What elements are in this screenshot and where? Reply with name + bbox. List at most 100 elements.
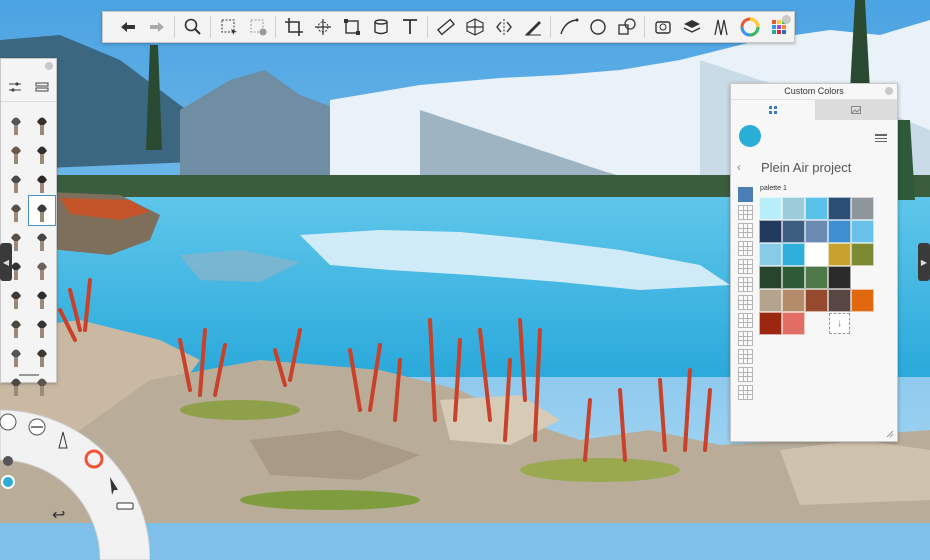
text-icon[interactable]	[395, 12, 424, 42]
brush-puck-icon[interactable]	[3, 456, 13, 466]
zoom-icon[interactable]	[178, 12, 207, 42]
color-swatch[interactable]	[782, 197, 805, 220]
brush-preset-icon[interactable]	[29, 138, 55, 167]
brush-panel-close-button[interactable]	[45, 62, 53, 70]
palette-item[interactable]	[738, 205, 753, 220]
curve-icon[interactable]	[554, 12, 583, 42]
transform-icon[interactable]	[308, 12, 337, 42]
color-swatch[interactable]	[851, 289, 874, 312]
layers-icon[interactable]	[677, 12, 706, 42]
empty-swatch-slot[interactable]	[805, 312, 828, 335]
color-swatch[interactable]	[782, 243, 805, 266]
custom-colors-close-button[interactable]	[885, 87, 893, 95]
brush-preset-icon[interactable]	[29, 341, 55, 370]
color-swatch[interactable]	[805, 243, 828, 266]
brush-library-icon[interactable]	[706, 12, 735, 42]
brush-preset-icon[interactable]	[3, 312, 29, 341]
select-icon[interactable]	[214, 12, 243, 42]
brush-preset-icon[interactable]	[3, 283, 29, 312]
brush-preset-icon[interactable]	[29, 283, 55, 312]
color-swatch[interactable]	[782, 266, 805, 289]
brush-size-icon[interactable]	[0, 413, 17, 431]
undo-icon[interactable]	[113, 12, 142, 42]
brush-preset-icon[interactable]	[29, 167, 55, 196]
clear-selection-icon[interactable]	[243, 12, 272, 42]
palette-item[interactable]	[738, 331, 753, 346]
empty-swatch-slot[interactable]	[851, 266, 874, 289]
color-swatch[interactable]	[782, 312, 805, 335]
color-wheel-icon[interactable]	[735, 12, 764, 42]
color-swatch[interactable]	[782, 220, 805, 243]
resize-handle-icon[interactable]	[886, 430, 894, 438]
perspective-icon[interactable]	[460, 12, 489, 42]
brush-preset-icon[interactable]	[3, 341, 29, 370]
eraser-icon[interactable]	[116, 502, 134, 510]
add-swatch-button[interactable]: ↓	[829, 313, 850, 334]
brush-panel	[0, 58, 57, 396]
empty-swatch-slot[interactable]	[851, 312, 874, 335]
brush-preset-icon[interactable]	[28, 195, 56, 226]
color-swatch[interactable]	[828, 197, 851, 220]
distort-icon[interactable]	[337, 12, 366, 42]
brush-panel-scroll-indicator[interactable]	[19, 374, 39, 376]
color-swatch[interactable]	[828, 266, 851, 289]
brush-settings-icon[interactable]	[8, 80, 22, 98]
tab-swatch-grid[interactable]	[731, 100, 815, 120]
layer-fill-icon[interactable]	[366, 12, 395, 42]
color-swatch[interactable]	[805, 197, 828, 220]
color-swatch[interactable]	[759, 243, 782, 266]
brush-preset-icon[interactable]	[29, 225, 55, 254]
brush-preset-icon[interactable]	[29, 312, 55, 341]
brush-preset-icon[interactable]	[3, 109, 29, 138]
brush-preset-icon[interactable]	[3, 138, 29, 167]
palette-label: palette 1	[760, 185, 787, 192]
brush-preset-icon[interactable]	[29, 109, 55, 138]
color-swatch[interactable]	[805, 220, 828, 243]
color-swatch[interactable]	[759, 220, 782, 243]
color-swatch[interactable]	[805, 266, 828, 289]
palette-menu-icon[interactable]	[875, 131, 887, 142]
palette-item[interactable]	[738, 367, 753, 382]
color-swatch[interactable]	[851, 197, 874, 220]
ruler-icon[interactable]	[431, 12, 460, 42]
toolbar-close-button[interactable]	[782, 15, 791, 24]
color-swatch[interactable]	[828, 220, 851, 243]
color-swatch[interactable]	[851, 220, 874, 243]
undo-puck-icon[interactable]: ↩	[52, 505, 65, 524]
redo-icon[interactable]	[142, 12, 171, 42]
right-panel-handle[interactable]: ▶	[918, 243, 930, 281]
ellipse-icon[interactable]	[583, 12, 612, 42]
back-arrow-icon[interactable]: ‹	[737, 160, 741, 174]
brush-preset-icon[interactable]	[3, 196, 29, 225]
palette-item[interactable]	[738, 349, 753, 364]
color-swatch[interactable]	[759, 312, 782, 335]
color-swatch[interactable]	[759, 266, 782, 289]
color-swatch[interactable]	[828, 243, 851, 266]
symmetry-icon[interactable]	[489, 12, 518, 42]
tab-image-palette[interactable]	[815, 100, 897, 120]
active-color-dot[interactable]	[1, 475, 15, 489]
color-swatch[interactable]	[851, 243, 874, 266]
brush-preset-icon[interactable]	[29, 254, 55, 283]
color-swatch[interactable]	[828, 289, 851, 312]
color-swatch[interactable]	[759, 289, 782, 312]
shape-icon[interactable]	[612, 12, 641, 42]
current-color-swatch[interactable]	[739, 125, 761, 147]
color-swatch[interactable]	[759, 197, 782, 220]
palette-item[interactable]	[738, 313, 753, 328]
palette-item[interactable]	[738, 277, 753, 292]
stroke-tool-icon[interactable]	[518, 12, 547, 42]
brush-preset-icon[interactable]	[3, 167, 29, 196]
color-swatch[interactable]	[782, 289, 805, 312]
reference-icon[interactable]	[648, 12, 677, 42]
palette-item[interactable]	[738, 223, 753, 238]
color-swatch[interactable]	[805, 289, 828, 312]
crop-icon[interactable]	[279, 12, 308, 42]
palette-item[interactable]	[738, 295, 753, 310]
left-panel-handle[interactable]: ◀	[0, 243, 12, 281]
palette-item[interactable]	[738, 259, 753, 274]
brush-view-toggle-icon[interactable]	[35, 80, 49, 98]
palette-item[interactable]	[738, 385, 753, 400]
palette-item[interactable]	[738, 187, 753, 202]
palette-item[interactable]	[738, 241, 753, 256]
